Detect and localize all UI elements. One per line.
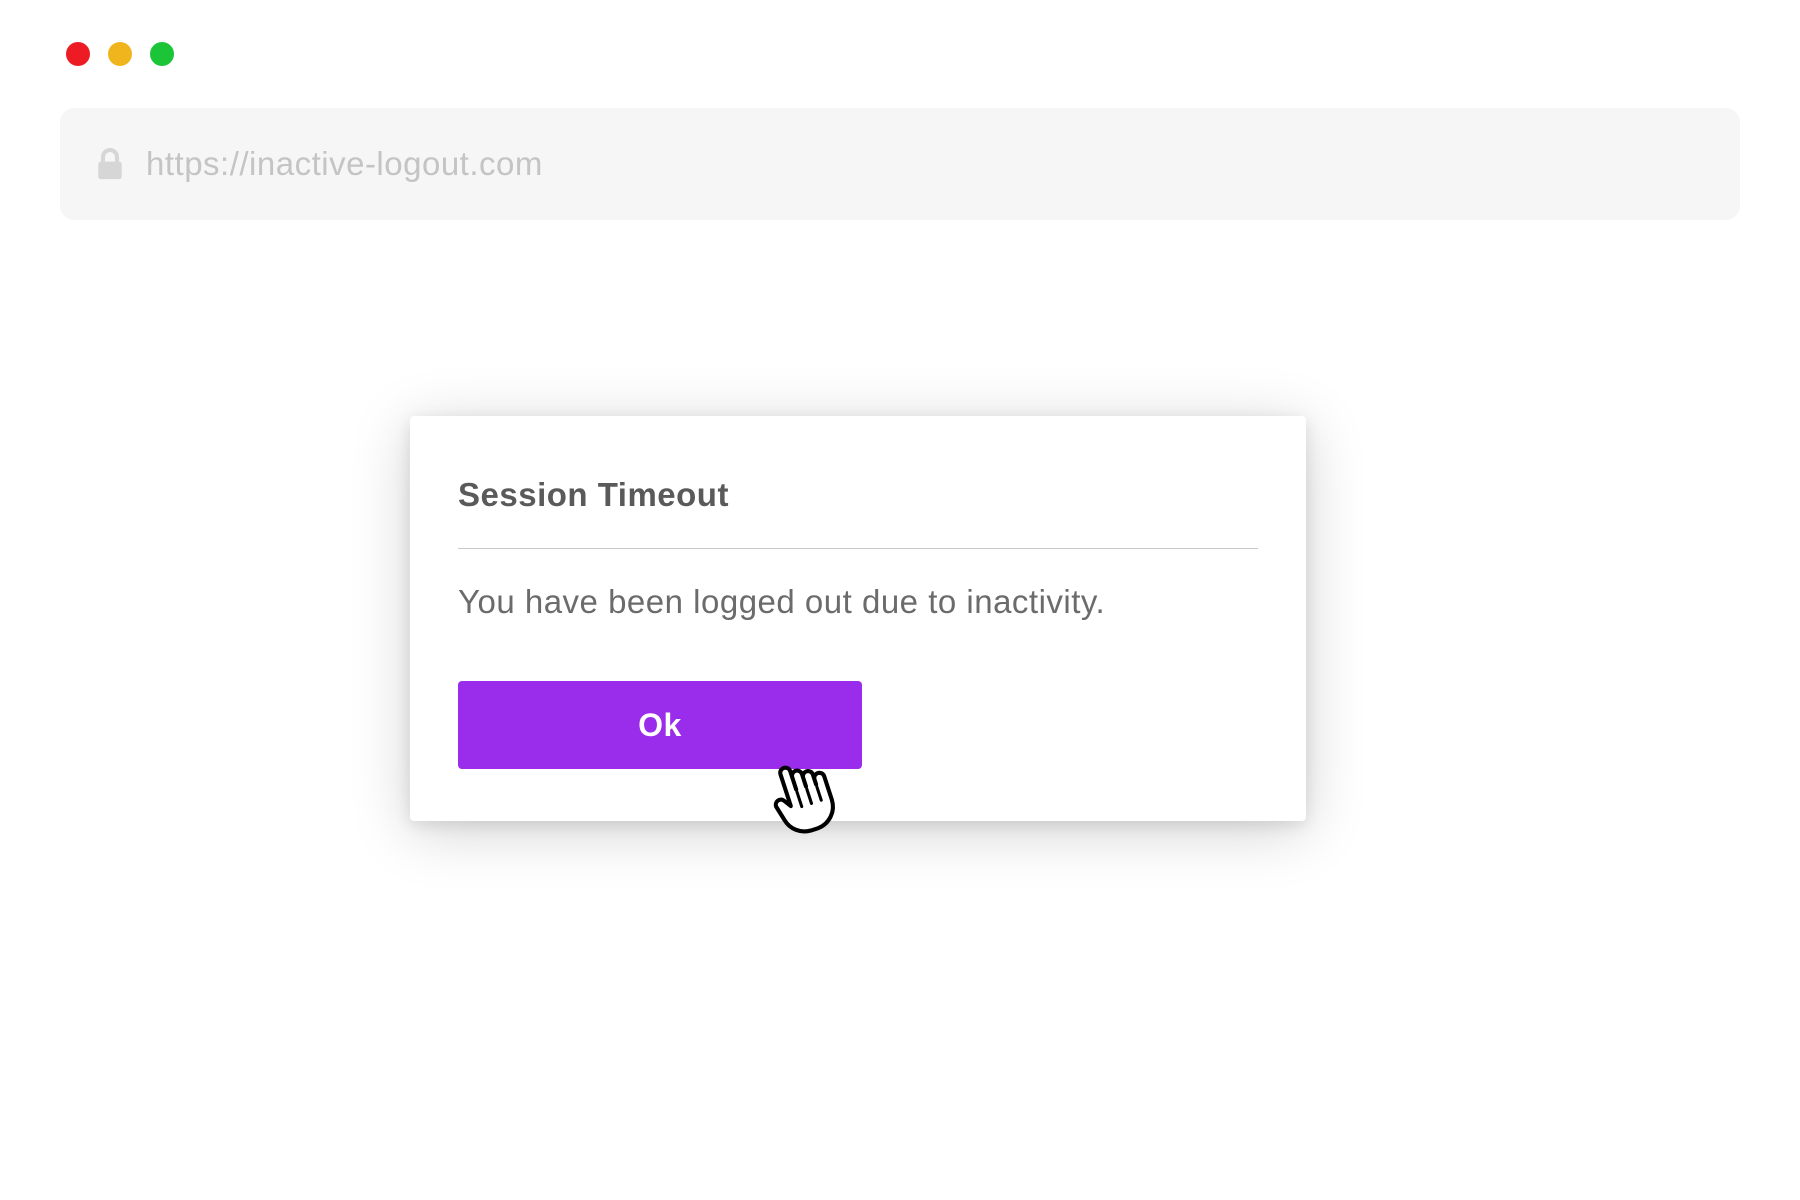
minimize-window-button[interactable] [108,42,132,66]
dialog-title: Session Timeout [458,476,1258,514]
address-bar[interactable]: https://inactive-logout.com [60,108,1740,220]
ok-button[interactable]: Ok [458,681,862,769]
browser-window: https://inactive-logout.com Session Time… [0,0,1800,1200]
dialog-divider [458,548,1258,549]
session-timeout-dialog: Session Timeout You have been logged out… [410,416,1306,821]
lock-icon [96,147,124,181]
ok-button-label: Ok [638,707,682,744]
url-text: https://inactive-logout.com [146,145,543,183]
zoom-window-button[interactable] [150,42,174,66]
window-controls [0,0,1800,66]
close-window-button[interactable] [66,42,90,66]
dialog-message: You have been logged out due to inactivi… [458,583,1258,621]
